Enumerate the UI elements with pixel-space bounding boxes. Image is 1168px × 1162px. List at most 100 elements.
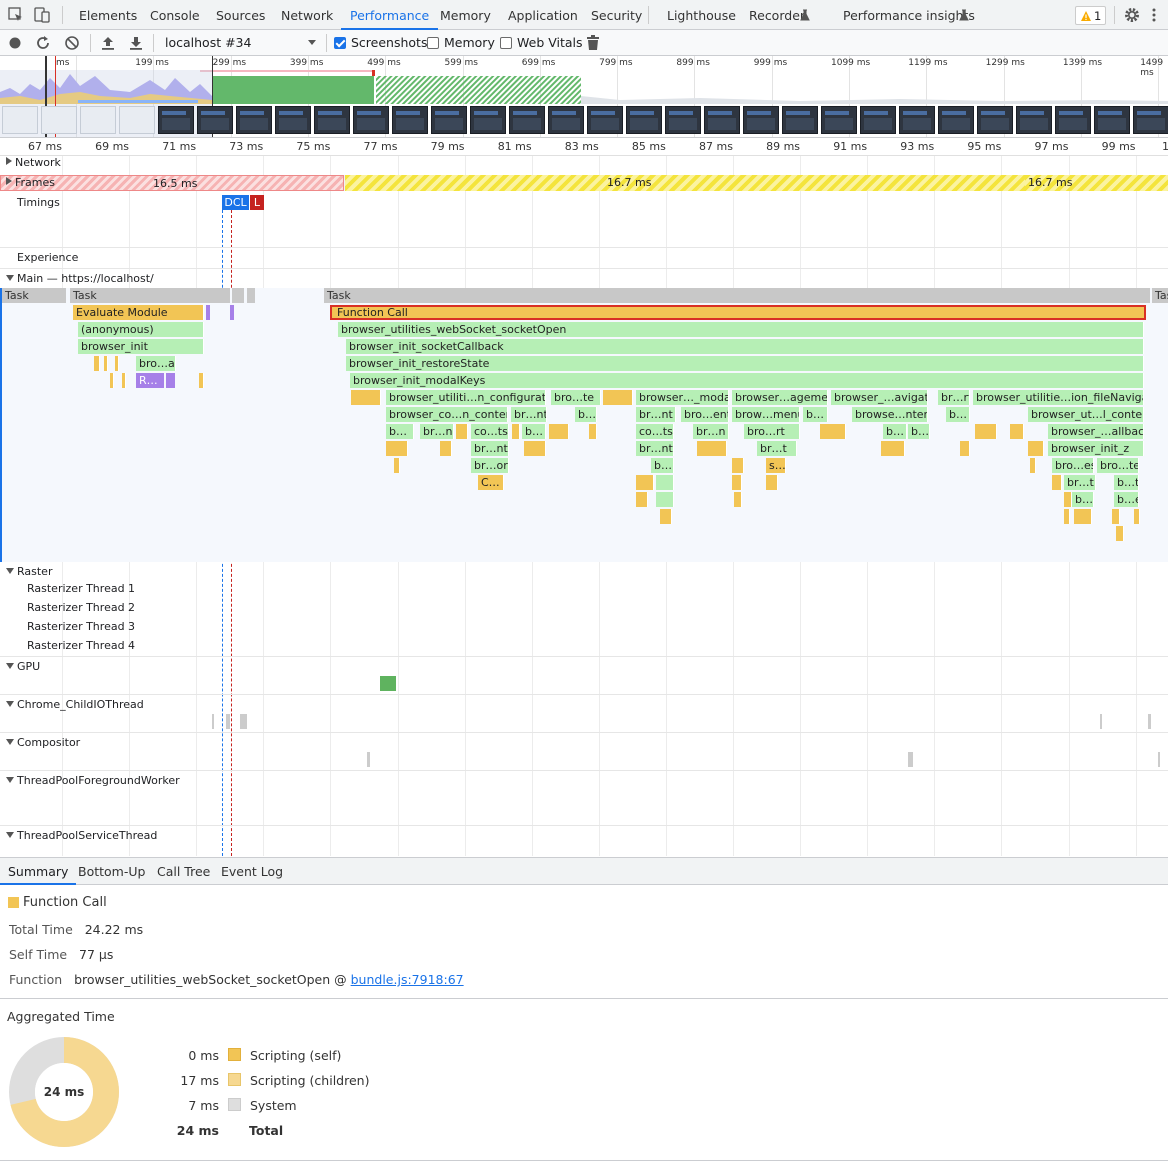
load-marker[interactable]: L (250, 195, 264, 210)
flame-entry[interactable]: b…e (1114, 492, 1139, 507)
upload-profile-icon[interactable] (100, 35, 116, 51)
tab-bottom-up[interactable]: Bottom-Up (78, 858, 145, 885)
flame-entry[interactable]: browse…ntent (852, 407, 928, 422)
flame-entry[interactable] (732, 458, 744, 473)
task-bar[interactable]: Tas (1152, 288, 1168, 303)
memory-checkbox[interactable]: Memory (427, 30, 495, 56)
screenshot-thumbnail[interactable] (392, 106, 428, 134)
screenshot-thumbnail[interactable] (626, 106, 662, 134)
flame-entry[interactable] (766, 475, 778, 490)
screenshot-thumbnail[interactable] (1094, 106, 1130, 134)
screenshot-thumbnail[interactable] (509, 106, 545, 134)
main-track-header[interactable]: Main — https://localhost/ (6, 272, 154, 285)
flame-entry[interactable] (94, 356, 100, 371)
screenshot-thumbnail[interactable] (2, 106, 38, 134)
screenshot-thumbnail[interactable] (1133, 106, 1168, 134)
flame-entry[interactable] (881, 441, 905, 456)
flame-entry[interactable]: browser_co…n_content (386, 407, 508, 422)
source-link[interactable]: bundle.js:7918:67 (351, 972, 464, 987)
flame-entry[interactable] (589, 424, 597, 439)
flame-entry[interactable]: b…t (1114, 475, 1139, 490)
screenshot-thumbnail[interactable] (1016, 106, 1052, 134)
flame-entry[interactable] (732, 475, 742, 490)
gpu-task[interactable] (380, 676, 396, 691)
flame-entry[interactable]: b… (575, 407, 597, 422)
screenshot-thumbnail[interactable] (236, 106, 272, 134)
task-bar[interactable] (247, 288, 255, 303)
flame-entry[interactable] (1112, 509, 1120, 524)
flame-entry[interactable] (524, 441, 546, 456)
flame-entry[interactable]: Evaluate Module (73, 305, 204, 320)
flame-entry[interactable] (115, 356, 119, 371)
timeline-overview[interactable]: ms 199 ms 299 ms 399 ms 499 ms 599 ms 699 ms 79… (0, 56, 1168, 138)
compositor-track-header[interactable]: Compositor (6, 736, 80, 749)
flame-entry[interactable] (440, 441, 452, 456)
screenshot-thumbnail[interactable] (665, 106, 701, 134)
screenshot-thumbnail[interactable] (548, 106, 584, 134)
task-bar[interactable]: Task (324, 288, 1150, 303)
flame-entry[interactable]: b… (908, 424, 930, 439)
flame-entry[interactable]: br…t (1064, 475, 1096, 490)
flame-entry[interactable] (351, 390, 381, 405)
flame-entry[interactable] (206, 305, 210, 320)
screenshot-thumbnail[interactable] (587, 106, 623, 134)
trash-icon[interactable] (586, 35, 600, 51)
flame-entry[interactable] (636, 492, 648, 507)
screenshot-thumbnail[interactable] (353, 106, 389, 134)
checkbox-unchecked[interactable] (500, 37, 512, 49)
screenshot-thumbnail[interactable] (821, 106, 857, 134)
flame-entry[interactable]: R… (136, 373, 164, 388)
tab-elements[interactable]: Elements (79, 0, 137, 30)
flame-entry[interactable]: s… (766, 458, 786, 473)
flame-entry[interactable] (1064, 509, 1070, 524)
flame-entry[interactable] (1134, 509, 1140, 524)
tab-call-tree[interactable]: Call Tree (157, 858, 210, 885)
flame-entry[interactable] (104, 356, 108, 371)
flame-entry[interactable] (512, 424, 520, 439)
raster-track-header[interactable]: Raster (6, 565, 52, 578)
record-icon[interactable] (8, 36, 22, 50)
flame-entry[interactable] (656, 475, 674, 490)
screenshot-thumbnail[interactable] (119, 106, 155, 134)
flame-entry[interactable]: b… (946, 407, 970, 422)
screenshot-thumbnail[interactable] (158, 106, 194, 134)
screenshot-thumbnail[interactable] (782, 106, 818, 134)
tab-lighthouse[interactable]: Lighthouse (667, 0, 736, 30)
task-bar[interactable]: Task (2, 288, 66, 303)
flame-entry[interactable] (166, 373, 175, 388)
flame-entry[interactable]: br…nt (636, 407, 676, 422)
flame-entry[interactable] (960, 441, 970, 456)
flame-entry[interactable] (386, 441, 408, 456)
frame-partial[interactable]: 16.7 ms (345, 175, 1025, 191)
tab-console[interactable]: Console (150, 0, 200, 30)
flame-entry[interactable]: bro…rt (744, 424, 800, 439)
flame-entry[interactable]: browser_ut…l_content (1028, 407, 1144, 422)
flame-entry[interactable] (394, 458, 400, 473)
flame-entry[interactable]: br…n (693, 424, 729, 439)
profile-select[interactable]: localhost #34 (165, 30, 322, 56)
flame-entry[interactable] (1074, 509, 1092, 524)
flame-entry[interactable]: br…nt (636, 441, 674, 456)
flame-entry[interactable]: browser…agement (732, 390, 828, 405)
flame-entry[interactable]: bro…te (1097, 458, 1139, 473)
flame-entry[interactable] (734, 492, 742, 507)
device-toolbar-icon[interactable] (33, 6, 51, 24)
flame-entry[interactable]: browser_…allback (1048, 424, 1144, 439)
flame-entry[interactable]: br…nt (511, 407, 547, 422)
tab-event-log[interactable]: Event Log (221, 858, 283, 885)
screenshot-thumbnail[interactable] (197, 106, 233, 134)
flame-entry[interactable]: bro…ent (681, 407, 729, 422)
flame-entry[interactable]: browser_init_z (1048, 441, 1144, 456)
flame-entry[interactable] (636, 475, 654, 490)
screenshot-thumbnail[interactable] (704, 106, 740, 134)
issues-counter[interactable]: 1 (1075, 6, 1106, 25)
flame-entry[interactable] (1010, 424, 1024, 439)
flame-entry[interactable] (1028, 441, 1044, 456)
flame-entry[interactable] (549, 424, 569, 439)
flame-entry[interactable]: co…ts (471, 424, 509, 439)
screenshot-thumbnail[interactable] (314, 106, 350, 134)
screenshot-thumbnail[interactable] (275, 106, 311, 134)
flame-entry[interactable]: bro…ar (136, 356, 176, 371)
tab-performance-insights[interactable]: Performance insights (843, 0, 975, 30)
settings-gear-icon[interactable] (1124, 7, 1140, 23)
